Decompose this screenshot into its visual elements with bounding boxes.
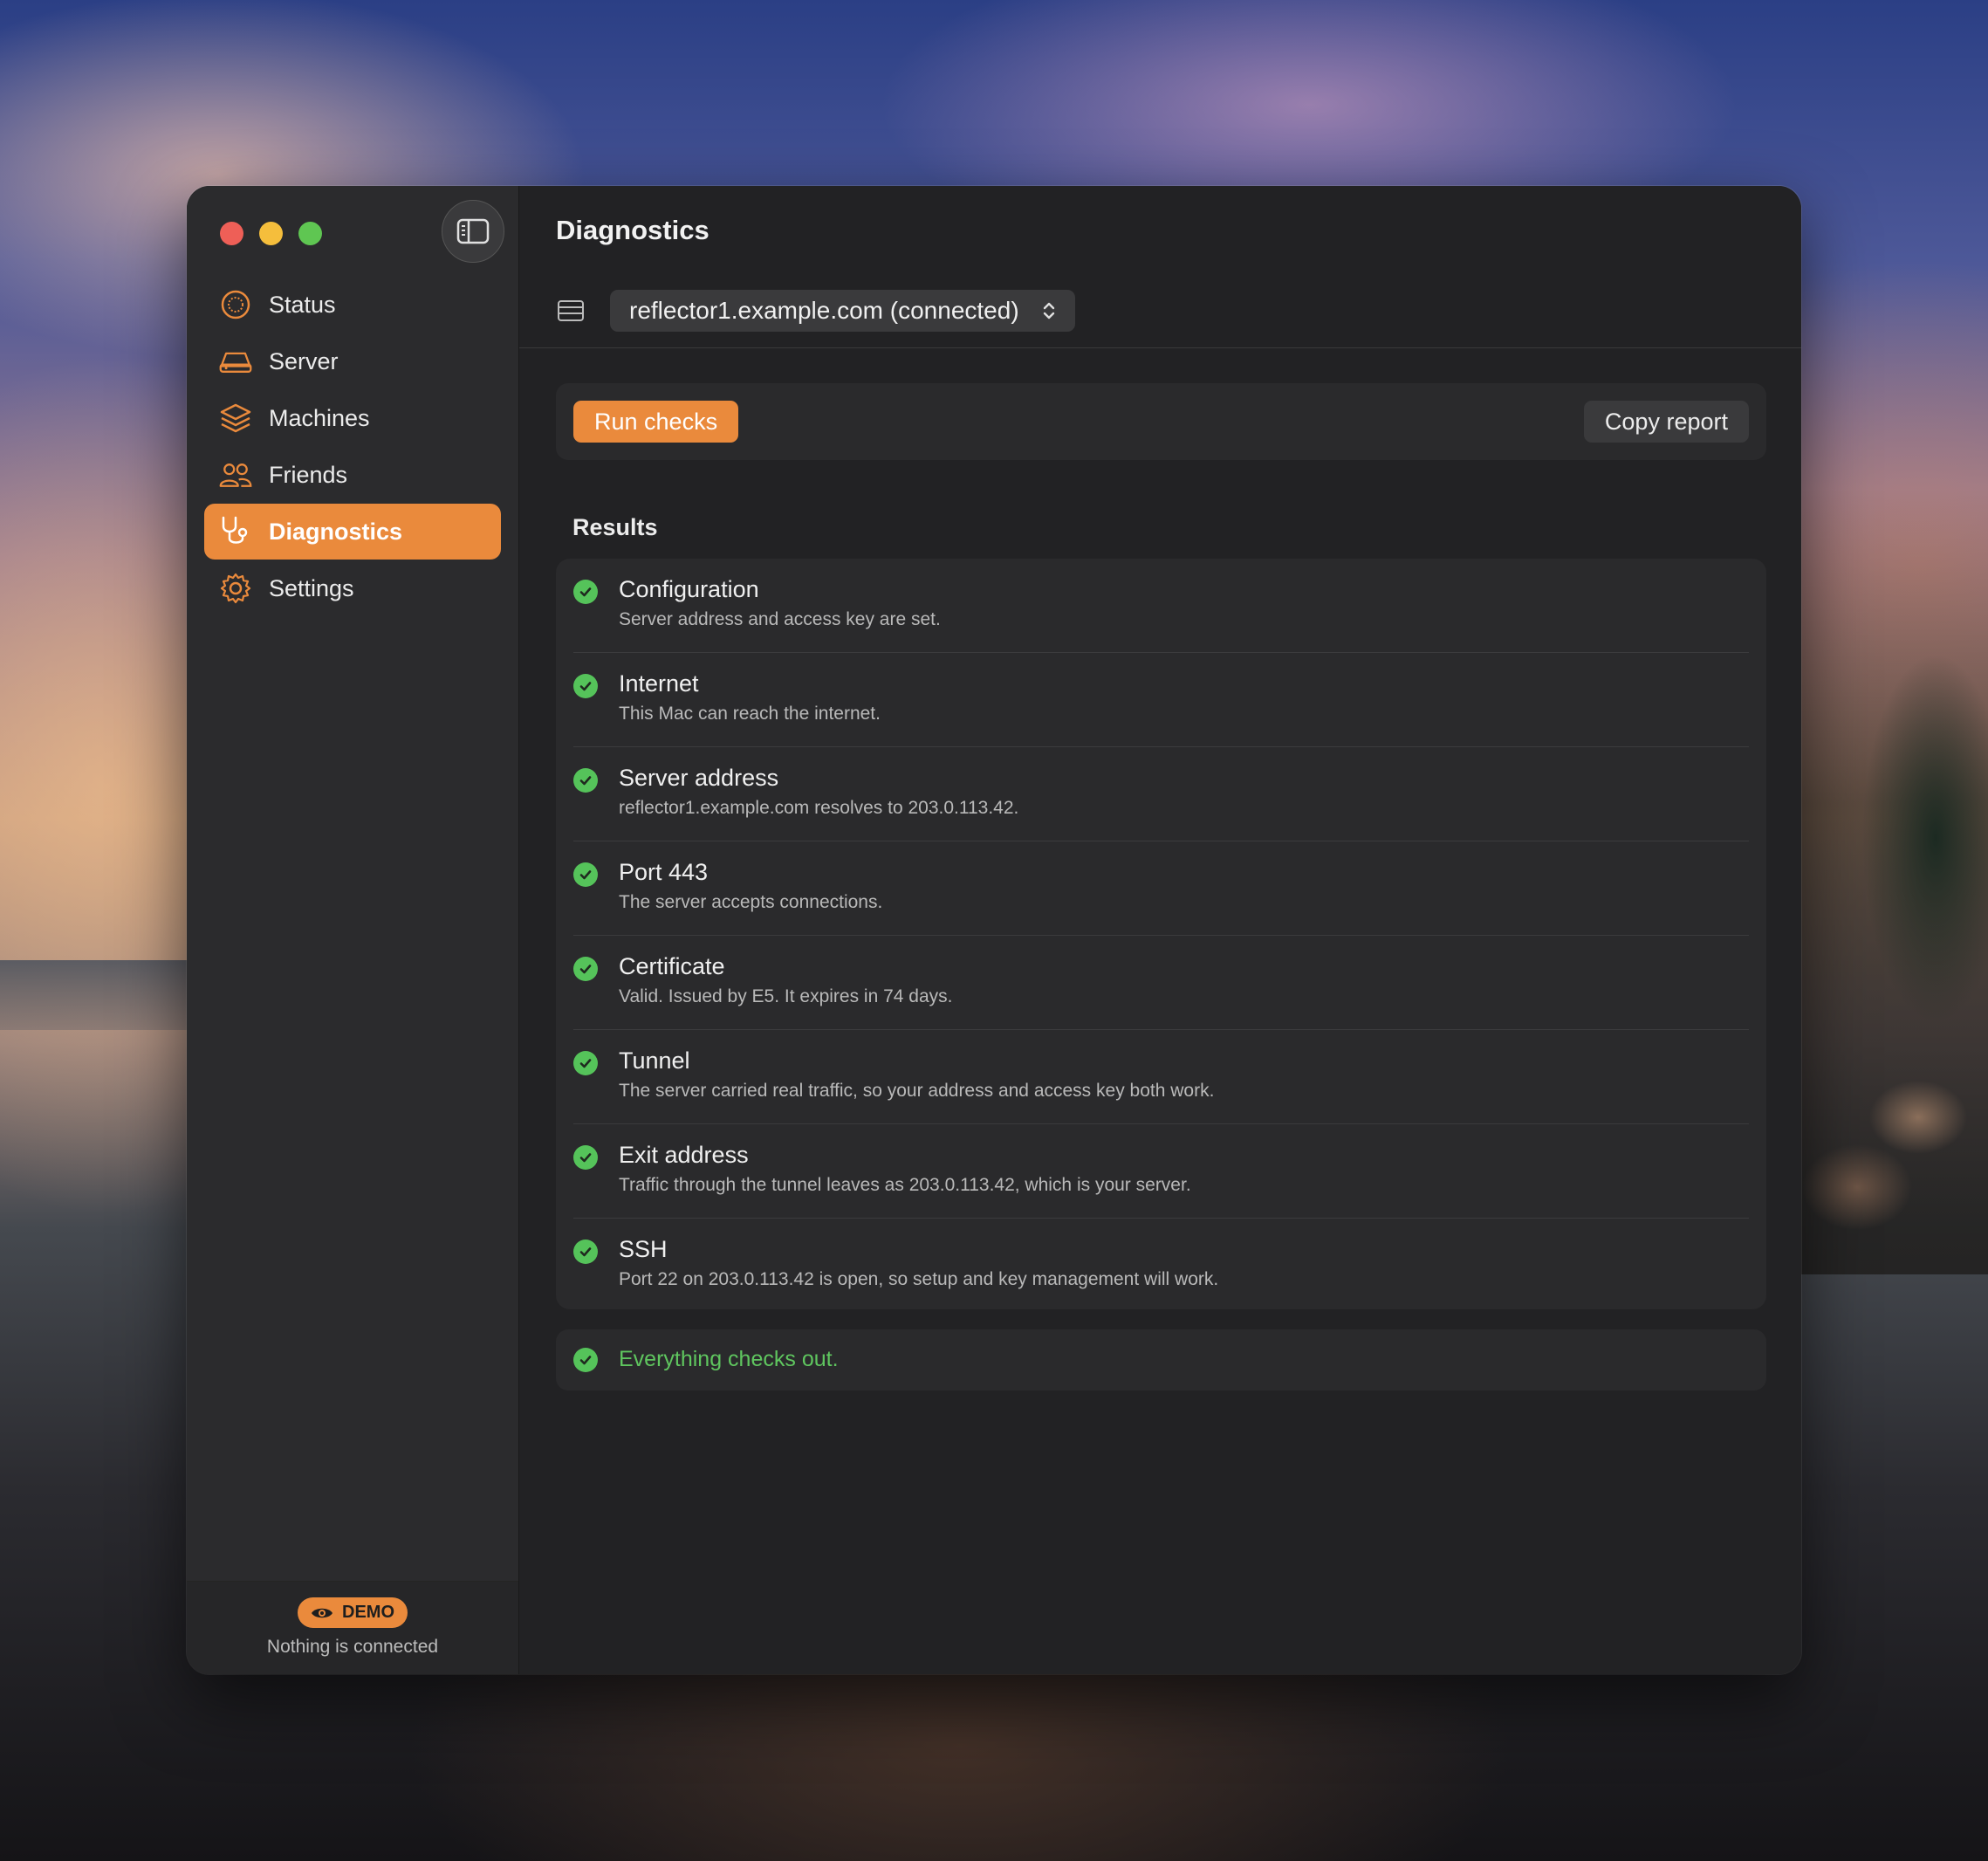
- result-title: Server address: [619, 765, 779, 791]
- status-icon: [218, 287, 253, 322]
- eye-icon: [312, 1608, 332, 1617]
- result-description: reflector1.example.com resolves to 203.0…: [619, 798, 1019, 818]
- sidebar-item-label: Machines: [269, 404, 370, 431]
- results-list: Configuration Server address and access …: [556, 559, 1766, 1309]
- sidebar-icon: [456, 218, 490, 244]
- check-icon: [573, 1240, 598, 1264]
- layers-icon: [218, 401, 253, 436]
- demo-badge-label: DEMO: [342, 1603, 394, 1622]
- page-title: Diagnostics: [556, 215, 710, 245]
- sidebar-item-label: Server: [269, 347, 339, 374]
- result-description: Valid. Issued by E5. It expires in 74 da…: [619, 986, 953, 1006]
- check-icon: [573, 580, 598, 604]
- sidebar-item-label: Settings: [269, 574, 354, 601]
- wallpaper-rocks: [1796, 489, 1988, 1274]
- result-title: Tunnel: [619, 1047, 690, 1074]
- header-divider: [519, 347, 1801, 348]
- result-title: Internet: [619, 670, 699, 697]
- result-description: Server address and access key are set.: [619, 609, 941, 629]
- check-icon: [573, 1051, 598, 1075]
- sidebar-item-friends[interactable]: Friends: [204, 447, 501, 503]
- check-icon: [573, 862, 598, 887]
- result-row: Internet This Mac can reach the internet…: [573, 653, 1749, 747]
- server-icon: [218, 344, 253, 379]
- app-window: Status Server Machines Friends Diagnosti…: [187, 186, 1801, 1674]
- server-select-value: reflector1.example.com (connected): [629, 297, 1019, 324]
- result-row: Tunnel The server carried real traffic, …: [573, 1030, 1749, 1124]
- sidebar-item-label: Diagnostics: [269, 518, 403, 545]
- result-title: Certificate: [619, 953, 725, 979]
- result-row: Certificate Valid. Issued by E5. It expi…: [573, 936, 1749, 1030]
- sidebar-footer: DEMO Nothing is connected: [187, 1581, 518, 1674]
- sidebar: Status Server Machines Friends Diagnosti…: [187, 186, 519, 1674]
- main-content: Diagnostics reflector1.example.com (conn…: [519, 186, 1801, 1674]
- sidebar-item-status[interactable]: Status: [204, 277, 501, 333]
- result-row: Port 443 The server accepts connections.: [573, 841, 1749, 936]
- result-description: The server carried real traffic, so your…: [619, 1081, 1215, 1101]
- result-row: SSH Port 22 on 203.0.113.42 is open, so …: [573, 1219, 1749, 1313]
- result-row: Exit address Traffic through the tunnel …: [573, 1124, 1749, 1219]
- zoom-button[interactable]: [298, 222, 322, 245]
- sidebar-toggle-button[interactable]: [442, 200, 504, 263]
- sidebar-item-label: Status: [269, 291, 336, 318]
- check-icon: [573, 674, 598, 698]
- run-checks-button[interactable]: Run checks: [573, 401, 739, 443]
- sidebar-item-label: Friends: [269, 461, 348, 488]
- result-row: Configuration Server address and access …: [573, 559, 1749, 653]
- result-description: The server accepts connections.: [619, 892, 883, 912]
- action-bar: Run checks Copy report: [556, 383, 1766, 460]
- copy-report-button[interactable]: Copy report: [1583, 401, 1749, 443]
- sidebar-nav: Status Server Machines Friends Diagnosti…: [204, 277, 501, 617]
- sidebar-item-machines[interactable]: Machines: [204, 390, 501, 446]
- summary-banner: Everything checks out.: [556, 1329, 1766, 1391]
- server-row: reflector1.example.com (connected): [556, 290, 1075, 332]
- chevron-up-down-icon: [1043, 302, 1054, 319]
- server-list-icon: [558, 300, 584, 321]
- check-icon: [573, 768, 598, 793]
- server-select[interactable]: reflector1.example.com (connected): [610, 290, 1075, 332]
- sidebar-item-settings[interactable]: Settings: [204, 560, 501, 616]
- result-description: Port 22 on 203.0.113.42 is open, so setu…: [619, 1269, 1219, 1289]
- result-title: Exit address: [619, 1142, 749, 1168]
- connection-status: Nothing is connected: [266, 1637, 439, 1657]
- demo-badge: DEMO: [298, 1597, 408, 1628]
- result-description: This Mac can reach the internet.: [619, 704, 881, 724]
- sidebar-item-diagnostics[interactable]: Diagnostics: [204, 504, 501, 560]
- result-title: SSH: [619, 1236, 668, 1262]
- close-button[interactable]: [220, 222, 243, 245]
- window-controls: [220, 222, 322, 245]
- result-description: Traffic through the tunnel leaves as 203…: [619, 1175, 1191, 1195]
- gear-icon: [218, 571, 253, 606]
- wallpaper-horizon: [0, 960, 192, 1030]
- check-icon: [573, 1145, 598, 1170]
- result-row: Server address reflector1.example.com re…: [573, 747, 1749, 841]
- friends-icon: [218, 457, 253, 492]
- sidebar-item-server[interactable]: Server: [204, 333, 501, 389]
- result-title: Configuration: [619, 576, 759, 602]
- check-icon: [573, 957, 598, 981]
- minimize-button[interactable]: [259, 222, 283, 245]
- stethoscope-icon: [218, 514, 253, 549]
- results-heading: Results: [572, 514, 658, 540]
- result-title: Port 443: [619, 859, 709, 885]
- check-icon: [573, 1348, 598, 1372]
- summary-text: Everything checks out.: [619, 1347, 839, 1371]
